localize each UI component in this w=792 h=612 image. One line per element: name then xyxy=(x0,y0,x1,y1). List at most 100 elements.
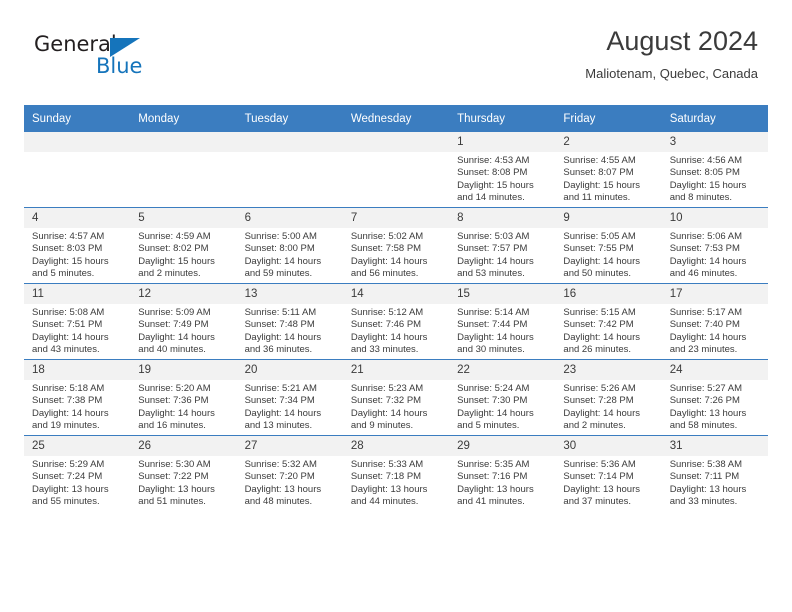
calendar-day-cell[interactable]: 19 Sunrise: 5:20 AM Sunset: 7:36 PM Dayligh… xyxy=(130,359,237,436)
calendar-day-cell[interactable]: 3 Sunrise: 4:56 AM Sunset: 8:05 PM Daylight… xyxy=(661,132,768,208)
weekday-header-sunday: Sunday xyxy=(24,105,131,132)
daylight-text-line1: Daylight: 14 hours xyxy=(244,407,322,419)
day-sun-info: Sunrise: 5:02 AM Sunset: 7:58 PM Daylight:… xyxy=(342,228,450,281)
calendar-week-row: 4 Sunrise: 4:57 AM Sunset: 8:03 PM Daylight… xyxy=(24,207,768,284)
day-sun-info: Sunrise: 5:24 AM Sunset: 7:30 PM Daylight:… xyxy=(449,380,556,433)
calendar-day-cell[interactable]: 9 Sunrise: 5:05 AM Sunset: 7:55 PM Daylight… xyxy=(555,207,662,284)
calendar-day-cell[interactable]: 7 Sunrise: 5:02 AM Sunset: 7:58 PM Daylight… xyxy=(342,207,450,284)
daylight-text-line1: Daylight: 13 hours xyxy=(669,483,747,495)
calendar-page: General Blue August 2024 Maliotenam, Que… xyxy=(0,0,792,612)
calendar-day-cell[interactable]: 13 Sunrise: 5:11 AM Sunset: 7:48 PM Dayligh… xyxy=(236,283,343,360)
calendar-day-cell[interactable]: 2 Sunrise: 4:55 AM Sunset: 8:07 PM Daylight… xyxy=(555,132,662,208)
day-number: 16 xyxy=(555,284,662,304)
daylight-text-line1: Daylight: 14 hours xyxy=(457,255,534,267)
calendar-day-cell[interactable]: 29 Sunrise: 5:35 AM Sunset: 7:16 PM Dayligh… xyxy=(449,435,556,511)
daylight-text-line2: and 23 minutes. xyxy=(669,344,738,356)
calendar-day-cell[interactable]: 30 Sunrise: 5:36 AM Sunset: 7:14 PM Dayligh… xyxy=(555,435,662,511)
sunset-text: Sunset: 7:32 PM xyxy=(350,395,422,407)
daylight-text-line2: and 2 minutes. xyxy=(138,268,201,280)
daylight-text-line1: Daylight: 14 hours xyxy=(138,407,215,419)
calendar-day-cell[interactable]: 31 Sunrise: 5:38 AM Sunset: 7:11 PM Dayligh… xyxy=(661,435,768,511)
calendar-header-row: Sunday Monday Tuesday Wednesday Thursday… xyxy=(24,105,768,132)
daylight-text-line2: and 5 minutes. xyxy=(32,268,95,280)
calendar-day-cell[interactable]: 22 Sunrise: 5:24 AM Sunset: 7:30 PM Dayligh… xyxy=(449,359,556,436)
daylight-text-line2: and 30 minutes. xyxy=(457,344,525,356)
sunrise-text: Sunrise: 5:36 AM xyxy=(563,459,636,470)
daylight-text-line1: Daylight: 13 hours xyxy=(669,407,747,419)
sunrise-text: Sunrise: 5:05 AM xyxy=(563,231,636,242)
calendar-day-cell[interactable]: 12 Sunrise: 5:09 AM Sunset: 7:49 PM Dayligh… xyxy=(130,283,237,360)
day-number: 26 xyxy=(130,436,237,456)
daylight-text-line1: Daylight: 15 hours xyxy=(457,179,534,191)
daylight-text-line2: and 46 minutes. xyxy=(669,268,738,280)
sunset-text: Sunset: 7:49 PM xyxy=(138,319,209,331)
daylight-text-line1: Daylight: 14 hours xyxy=(350,255,428,267)
sunrise-text: Sunrise: 5:33 AM xyxy=(350,459,424,470)
calendar-day-cell[interactable]: 20 Sunrise: 5:21 AM Sunset: 7:34 PM Dayligh… xyxy=(236,359,343,436)
sunset-text: Sunset: 7:44 PM xyxy=(457,319,528,331)
sunset-text: Sunset: 7:18 PM xyxy=(350,471,422,483)
daylight-text-line2: and 13 minutes. xyxy=(244,420,313,432)
calendar-day-cell[interactable]: 6 Sunrise: 5:00 AM Sunset: 8:00 PM Daylight… xyxy=(236,207,343,284)
calendar-day-cell[interactable]: 28 Sunrise: 5:33 AM Sunset: 7:18 PM Dayligh… xyxy=(342,435,450,511)
calendar-day-cell[interactable]: 18 Sunrise: 5:18 AM Sunset: 7:38 PM Dayligh… xyxy=(24,359,131,436)
calendar-day-cell[interactable]: 25 Sunrise: 5:29 AM Sunset: 7:24 PM Dayligh… xyxy=(24,435,131,511)
daylight-text-line1: Daylight: 14 hours xyxy=(563,331,640,343)
day-number: 3 xyxy=(661,132,768,152)
calendar-day-cell[interactable]: 5 Sunrise: 4:59 AM Sunset: 8:02 PM Daylight… xyxy=(130,207,237,284)
calendar-week-row: 18 Sunrise: 5:18 AM Sunset: 7:38 PM Dayligh… xyxy=(24,359,768,436)
day-number: 10 xyxy=(661,208,768,228)
day-sun-info: Sunrise: 5:18 AM Sunset: 7:38 PM Daylight:… xyxy=(24,380,131,433)
day-sun-info: Sunrise: 5:20 AM Sunset: 7:36 PM Daylight:… xyxy=(130,380,237,433)
day-sun-info: Sunrise: 4:55 AM Sunset: 8:07 PM Daylight:… xyxy=(555,152,662,205)
sunset-text: Sunset: 7:30 PM xyxy=(457,395,528,407)
brand-logo[interactable]: General Blue xyxy=(34,32,254,88)
day-number: 29 xyxy=(449,436,556,456)
calendar-day-cell[interactable]: 10 Sunrise: 5:06 AM Sunset: 7:53 PM Dayligh… xyxy=(661,207,768,284)
sunrise-text: Sunrise: 5:21 AM xyxy=(244,383,317,394)
calendar-day-cell[interactable]: 24 Sunrise: 5:27 AM Sunset: 7:26 PM Dayligh… xyxy=(661,359,768,436)
calendar-day-cell[interactable]: 14 Sunrise: 5:12 AM Sunset: 7:46 PM Dayligh… xyxy=(342,283,450,360)
weekday-header-monday: Monday xyxy=(130,105,237,132)
weekday-header-tuesday: Tuesday xyxy=(236,105,343,132)
day-sun-info: Sunrise: 5:00 AM Sunset: 8:00 PM Daylight:… xyxy=(236,228,343,281)
daylight-text-line2: and 8 minutes. xyxy=(669,192,733,204)
sunset-text: Sunset: 7:20 PM xyxy=(244,471,315,483)
calendar-day-cell[interactable]: 21 Sunrise: 5:23 AM Sunset: 7:32 PM Dayligh… xyxy=(342,359,450,436)
calendar-day-cell[interactable]: 1 Sunrise: 4:53 AM Sunset: 8:08 PM Daylight… xyxy=(449,132,556,208)
day-sun-info: Sunrise: 5:23 AM Sunset: 7:32 PM Daylight:… xyxy=(342,380,450,433)
daylight-text-line2: and 53 minutes. xyxy=(457,268,525,280)
calendar-day-cell[interactable]: 4 Sunrise: 4:57 AM Sunset: 8:03 PM Daylight… xyxy=(24,207,131,284)
calendar-day-cell[interactable]: 27 Sunrise: 5:32 AM Sunset: 7:20 PM Dayligh… xyxy=(236,435,343,511)
calendar-day-cell[interactable]: 8 Sunrise: 5:03 AM Sunset: 7:57 PM Daylight… xyxy=(449,207,556,284)
daylight-text-line1: Daylight: 14 hours xyxy=(32,331,109,343)
daylight-text-line1: Daylight: 14 hours xyxy=(457,331,534,343)
weekday-header-saturday: Saturday xyxy=(661,105,768,132)
sunset-text: Sunset: 8:08 PM xyxy=(457,167,528,179)
day-sun-info xyxy=(24,152,131,155)
day-number xyxy=(342,132,450,152)
sunrise-text: Sunrise: 5:11 AM xyxy=(244,307,317,318)
calendar-day-cell[interactable]: 23 Sunrise: 5:26 AM Sunset: 7:28 PM Dayligh… xyxy=(555,359,662,436)
day-number: 13 xyxy=(236,284,343,304)
brand-name-general: General xyxy=(34,32,117,56)
calendar-day-cell[interactable]: 15 Sunrise: 5:14 AM Sunset: 7:44 PM Dayligh… xyxy=(449,283,556,360)
calendar-day-cell[interactable]: 16 Sunrise: 5:15 AM Sunset: 7:42 PM Dayligh… xyxy=(555,283,662,360)
daylight-text-line2: and 43 minutes. xyxy=(32,344,100,356)
calendar-day-cell[interactable]: 11 Sunrise: 5:08 AM Sunset: 7:51 PM Dayligh… xyxy=(24,283,131,360)
sunrise-text: Sunrise: 5:09 AM xyxy=(138,307,211,318)
day-number: 9 xyxy=(555,208,662,228)
calendar-day-cell[interactable]: 26 Sunrise: 5:30 AM Sunset: 7:22 PM Dayligh… xyxy=(130,435,237,511)
daylight-text-line1: Daylight: 15 hours xyxy=(669,179,747,191)
daylight-text-line1: Daylight: 14 hours xyxy=(32,407,109,419)
sunrise-text: Sunrise: 5:30 AM xyxy=(138,459,211,470)
calendar-week-row: 11 Sunrise: 5:08 AM Sunset: 7:51 PM Dayligh… xyxy=(24,283,768,360)
sunset-text: Sunset: 7:57 PM xyxy=(457,243,528,255)
weekday-header-thursday: Thursday xyxy=(449,105,556,132)
sunrise-text: Sunrise: 5:14 AM xyxy=(457,307,530,318)
sunrise-text: Sunrise: 5:20 AM xyxy=(138,383,211,394)
day-sun-info xyxy=(130,152,237,155)
calendar-day-cell[interactable]: 17 Sunrise: 5:17 AM Sunset: 7:40 PM Dayligh… xyxy=(661,283,768,360)
sunset-text: Sunset: 8:07 PM xyxy=(563,167,634,179)
day-number xyxy=(236,132,343,152)
